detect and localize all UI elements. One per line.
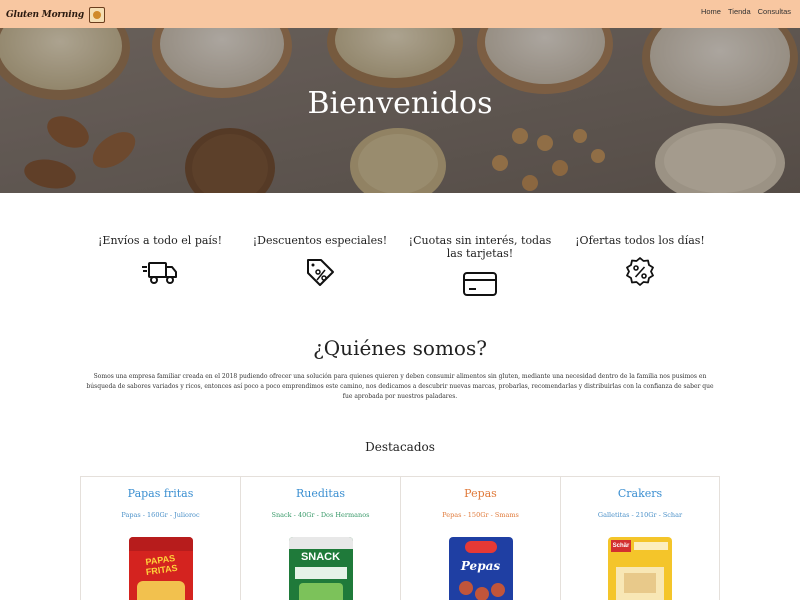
product-image-label: PAPAS FRITAS bbox=[144, 553, 178, 578]
product-image-label: SNACK bbox=[300, 551, 341, 563]
about-text: Somos una empresa familiar creada en el … bbox=[86, 373, 714, 400]
feature-offers: ¡Ofertas todos los días! bbox=[560, 234, 720, 304]
feature-installments: ¡Cuotas sin interés, todas las tarjetas! bbox=[400, 234, 560, 304]
hero-banner: Bienvenidos bbox=[0, 28, 800, 193]
navbar: Gluten Morning Home Tienda Consultas bbox=[0, 0, 800, 28]
product-image-rueditas[interactable]: SNACK bbox=[288, 537, 353, 600]
brand-logo-icon[interactable] bbox=[88, 7, 105, 23]
feature-discounts: ¡Descuentos especiales! bbox=[240, 234, 400, 304]
feature-text: ¡Descuentos especiales! bbox=[252, 234, 388, 247]
tag-percent-icon bbox=[307, 259, 334, 286]
featured-title: Destacados bbox=[365, 440, 435, 454]
product-card[interactable]: Rueditas Snack - 40Gr - Dos Hermanos SNA… bbox=[240, 476, 400, 600]
product-name[interactable]: Pepas bbox=[401, 487, 560, 500]
brand-name[interactable]: Gluten Morning bbox=[6, 10, 84, 20]
product-cards: Papas fritas Papas - 160Gr - Julioroc PA… bbox=[80, 476, 721, 600]
hero-title: Bienvenidos bbox=[307, 86, 493, 121]
product-subtitle: Galletitas - 210Gr - Schar bbox=[597, 511, 683, 519]
feature-shipping: ¡Envíos a todo el país! bbox=[80, 234, 240, 304]
product-card[interactable]: Pepas Pepas - 150Gr - Smams Pepas bbox=[400, 476, 560, 600]
credit-card-icon bbox=[463, 272, 497, 296]
product-image-papas[interactable]: PAPAS FRITAS bbox=[128, 537, 193, 600]
feature-text: ¡Ofertas todos los días! bbox=[575, 234, 705, 247]
product-image-label: Pepas bbox=[460, 559, 501, 573]
product-image-label: Schär bbox=[611, 540, 631, 552]
product-image-crakers[interactable]: Schär bbox=[608, 537, 672, 600]
product-subtitle: Papas - 160Gr - Julioroc bbox=[121, 511, 200, 519]
features-row: ¡Envíos a todo el país! ¡Descuentos espe… bbox=[80, 234, 720, 304]
badge-percent-icon bbox=[626, 257, 654, 286]
product-card[interactable]: Papas fritas Papas - 160Gr - Julioroc PA… bbox=[80, 476, 240, 600]
feature-text: ¡Envíos a todo el país! bbox=[98, 234, 222, 247]
product-subtitle: Pepas - 150Gr - Smams bbox=[442, 511, 519, 519]
product-card[interactable]: Crakers Galletitas - 210Gr - Schar Schär bbox=[560, 476, 720, 600]
product-image-pepas[interactable]: Pepas bbox=[448, 537, 513, 600]
feature-text: ¡Cuotas sin interés, todas las tarjetas! bbox=[408, 234, 552, 260]
brand[interactable]: Gluten Morning bbox=[6, 5, 105, 25]
product-name[interactable]: Papas fritas bbox=[81, 487, 240, 500]
about-title: ¿Quiénes somos? bbox=[313, 336, 487, 360]
product-name[interactable]: Rueditas bbox=[241, 487, 400, 500]
nav-home-link[interactable]: Home bbox=[701, 7, 721, 16]
nav-consultas-link[interactable]: Consultas bbox=[758, 7, 791, 16]
product-name[interactable]: Crakers bbox=[561, 487, 719, 500]
product-subtitle: Snack - 40Gr - Dos Hermanos bbox=[271, 511, 370, 519]
nav-links: Home Tienda Consultas bbox=[701, 7, 791, 16]
truck-icon bbox=[142, 262, 177, 284]
nav-tienda-link[interactable]: Tienda bbox=[728, 7, 751, 16]
